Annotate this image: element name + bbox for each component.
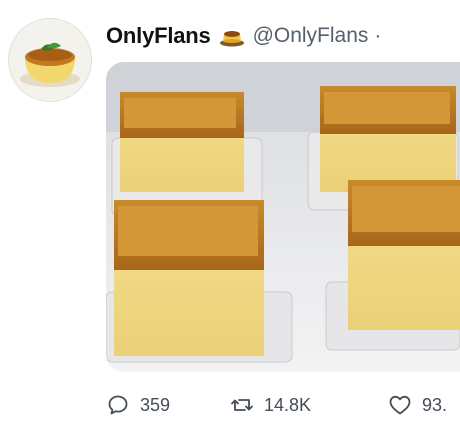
tweet: OnlyFlans @OnlyFlans · 359 14.8K 93. xyxy=(0,0,460,434)
retweet-icon xyxy=(231,399,253,411)
flan-emoji-icon xyxy=(219,25,245,47)
display-name[interactable]: OnlyFlans xyxy=(106,23,211,49)
tweet-header: OnlyFlans @OnlyFlans · xyxy=(106,20,381,52)
retweet-button[interactable]: 14.8K xyxy=(230,390,311,420)
avatar[interactable] xyxy=(8,18,92,102)
like-button[interactable]: 93. xyxy=(388,390,447,420)
photo[interactable] xyxy=(106,62,460,372)
user-handle[interactable]: @OnlyFlans xyxy=(253,24,369,48)
flan-avatar-icon xyxy=(9,19,91,101)
reply-icon xyxy=(108,395,128,415)
separator-dot: · xyxy=(374,24,382,47)
retweet-count: 14.8K xyxy=(264,394,312,415)
reply-count: 359 xyxy=(140,394,171,415)
reply-button[interactable]: 359 xyxy=(106,390,170,420)
flan-back-left xyxy=(111,92,263,217)
action-bar: 359 14.8K 93. xyxy=(106,390,460,420)
heart-icon xyxy=(389,395,411,415)
like-count: 93. xyxy=(422,394,448,415)
flan-photo xyxy=(106,62,460,372)
